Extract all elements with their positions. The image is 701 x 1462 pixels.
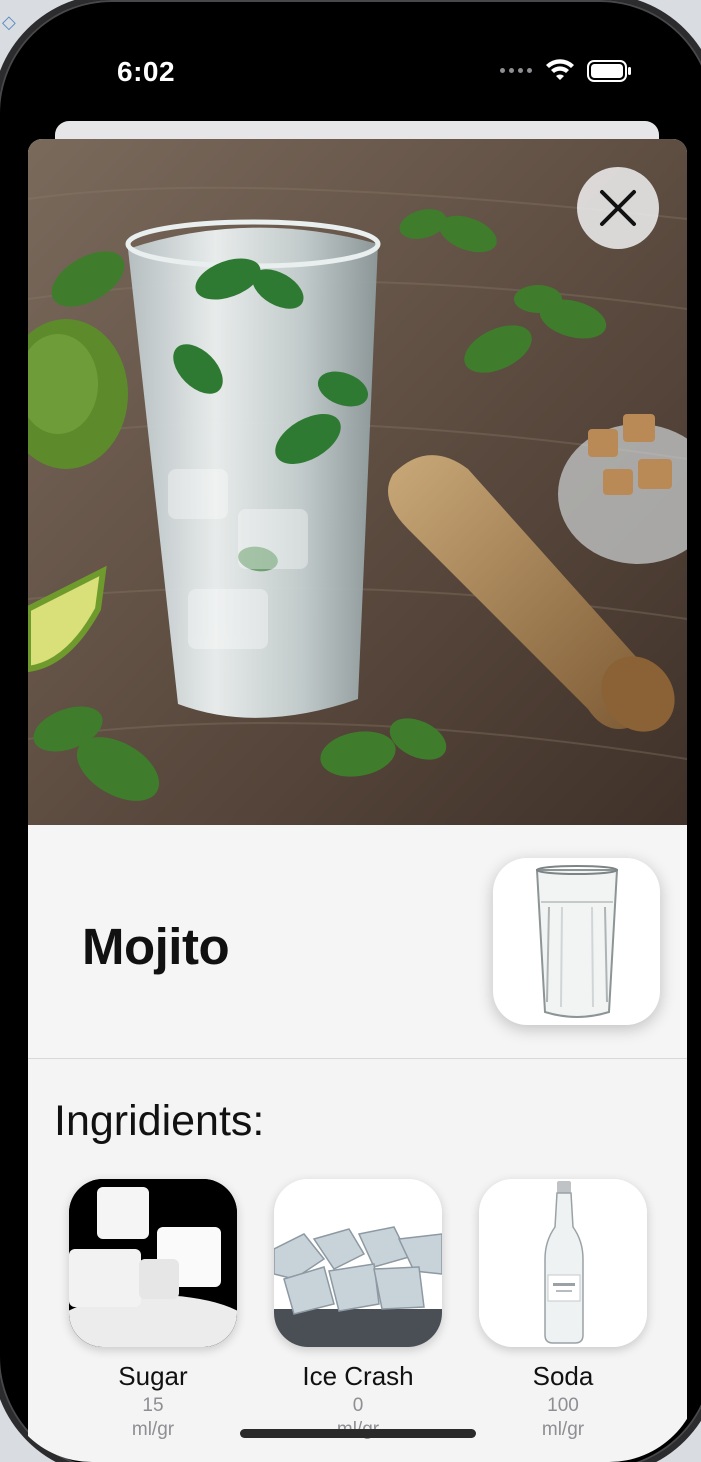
- home-indicator[interactable]: [240, 1429, 476, 1438]
- status-bar: 6:02: [0, 54, 701, 94]
- ingredient-name: Sugar: [118, 1361, 188, 1391]
- drink-title: Mojito: [82, 918, 230, 975]
- ingredient-card-soda[interactable]: Soda 100 ml/gr: [479, 1179, 647, 1441]
- drink-detail-sheet: Mojito Ingridients: Sugar 15 ml/gr Ice C…: [28, 139, 687, 1462]
- glass-type-image[interactable]: [493, 858, 660, 1025]
- ingredient-image: [479, 1179, 647, 1347]
- ingredient-amount: 15: [142, 1395, 164, 1416]
- sugar-cubes-icon: [69, 1179, 237, 1347]
- ingredient-card-ice-crash[interactable]: Ice Crash 0 ml/gr: [274, 1179, 442, 1441]
- ingredient-image: [274, 1179, 442, 1347]
- ingredient-name: Soda: [532, 1361, 594, 1391]
- ingredient-image: [69, 1179, 237, 1347]
- ingredient-unit: ml/gr: [541, 1419, 585, 1440]
- drink-photo: [28, 139, 687, 825]
- ingredients-heading: Ingridients:: [54, 1097, 265, 1145]
- highball-glass-icon: [535, 864, 618, 1018]
- wifi-icon: [546, 59, 574, 80]
- ingredient-amount: 100: [547, 1395, 579, 1416]
- ingredient-amount: 0: [352, 1395, 364, 1416]
- close-button[interactable]: [577, 167, 659, 249]
- soda-bottle-icon: [479, 1179, 647, 1347]
- app-screen: 6:02 Mojito Ingridients: Sugar 15 ml/gr …: [0, 0, 701, 1462]
- drink-header: Mojito: [28, 825, 687, 1059]
- crushed-ice-icon: [274, 1179, 442, 1347]
- battery-icon: [587, 60, 631, 82]
- ingredient-unit: ml/gr: [131, 1419, 175, 1440]
- signal-dots-icon: [500, 68, 532, 73]
- ingredient-card-sugar[interactable]: Sugar 15 ml/gr: [69, 1179, 237, 1441]
- status-time: 6:02: [117, 56, 176, 87]
- close-icon: [600, 190, 636, 226]
- ingredient-name: Ice Crash: [302, 1361, 414, 1391]
